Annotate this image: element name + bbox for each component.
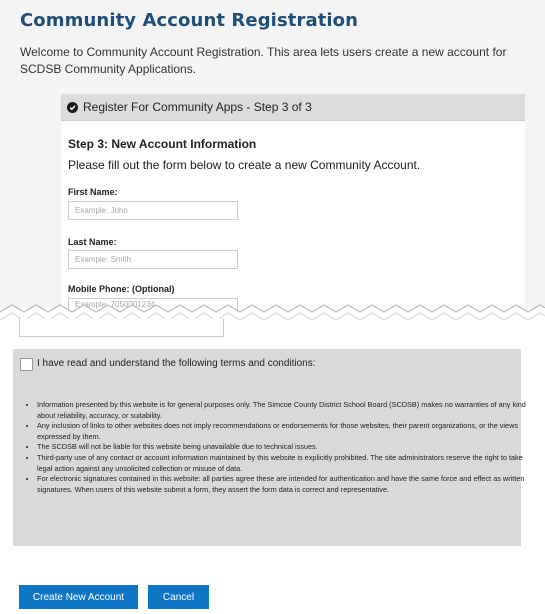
step-panel: Register For Community Apps - Step 3 of … (61, 94, 525, 310)
mobile-phone-label: Mobile Phone: (Optional) (68, 284, 175, 294)
check-circle-icon (67, 101, 78, 113)
page-title: Community Account Registration (20, 10, 359, 31)
step-header: Register For Community Apps - Step 3 of … (61, 94, 525, 121)
terms-list: Information presented by this website is… (24, 400, 529, 495)
step-subtitle: Step 3: New Account Information (68, 137, 257, 151)
first-name-label: First Name: (68, 187, 118, 197)
registration-section: Community Account Registration Welcome t… (0, 0, 545, 310)
last-name-label: Last Name: (68, 237, 117, 247)
terms-item: Information presented by this website is… (37, 400, 529, 421)
terms-item: Third-party use of any contact or accoun… (37, 453, 529, 474)
step-header-title: Register For Community Apps - Step 3 of … (83, 100, 312, 114)
terms-box: I have read and understand the following… (13, 349, 526, 546)
last-name-input[interactable] (68, 250, 238, 269)
terms-checkbox[interactable] (20, 358, 33, 371)
welcome-text: Welcome to Community Account Registratio… (20, 45, 507, 76)
step-instructions: Please fill out the form below to create… (68, 158, 421, 172)
terms-intro: I have read and understand the following… (37, 358, 316, 369)
terms-item: The SCDSB will not be liable for this we… (37, 442, 529, 453)
first-name-input[interactable] (68, 201, 238, 220)
terms-item: Any inclusion of links to other websites… (37, 421, 529, 442)
cancel-button[interactable]: Cancel (148, 585, 209, 609)
create-account-button[interactable]: Create New Account (19, 585, 138, 609)
partial-input-field[interactable] (19, 318, 224, 337)
terms-item: For electronic signatures contained in t… (37, 474, 529, 495)
